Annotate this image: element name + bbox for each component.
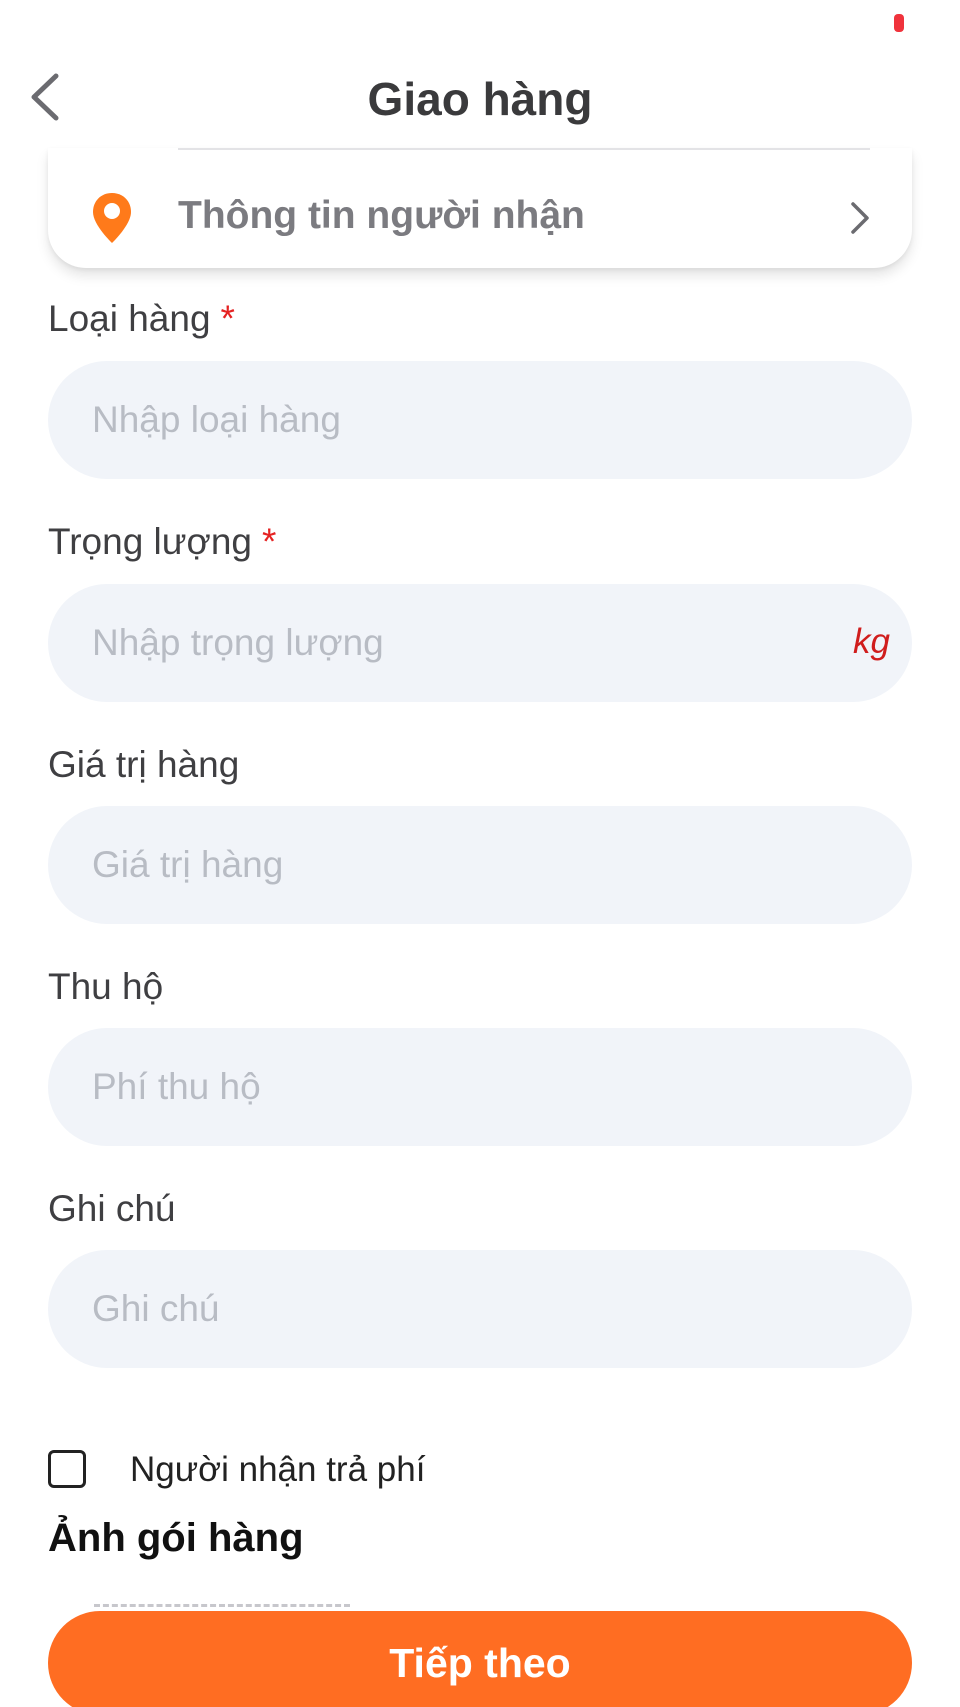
weight-unit: kg (853, 622, 890, 661)
weight-label: Trọng lượng * (48, 521, 277, 562)
recipient-info-row[interactable]: Thông tin người nhận (48, 188, 912, 248)
note-input[interactable] (92, 1250, 832, 1368)
required-mark: * (261, 521, 277, 562)
receiver-pays-row: Người nhận trả phí (48, 1448, 648, 1490)
next-button[interactable]: Tiếp theo (48, 1611, 912, 1707)
status-indicator (894, 14, 904, 32)
cod-label: Thu hộ (48, 966, 164, 1007)
receiver-pays-checkbox[interactable] (48, 1450, 86, 1488)
recipient-info-label: Thông tin người nhận (178, 194, 585, 237)
package-photo-title: Ảnh gói hàng (48, 1516, 304, 1560)
note-label: Ghi chú (48, 1188, 176, 1229)
goods-type-input[interactable] (92, 361, 832, 479)
cod-input[interactable] (92, 1028, 832, 1146)
photo-upload-area[interactable] (94, 1604, 350, 1607)
goods-type-label: Loại hàng * (48, 298, 235, 339)
chevron-right-icon (851, 202, 869, 234)
location-pin-icon (93, 193, 131, 243)
goods-value-label: Giá trị hàng (48, 744, 240, 785)
goods-value-field (48, 806, 912, 924)
weight-input[interactable] (92, 584, 832, 702)
delivery-screen: Giao hàng Thông tin người nhận Loại hàng… (0, 0, 960, 1707)
note-field (48, 1250, 912, 1368)
page-title: Giao hàng (367, 73, 593, 125)
recipient-card: Thông tin người nhận (48, 148, 912, 268)
goods-value-input[interactable] (92, 806, 832, 924)
card-divider (178, 148, 870, 150)
cod-field (48, 1028, 912, 1146)
goods-type-field (48, 361, 912, 479)
weight-field: kg (48, 584, 912, 702)
required-mark: * (220, 298, 235, 339)
header: Giao hàng (0, 48, 960, 148)
receiver-pays-label: Người nhận trả phí (130, 1450, 426, 1489)
